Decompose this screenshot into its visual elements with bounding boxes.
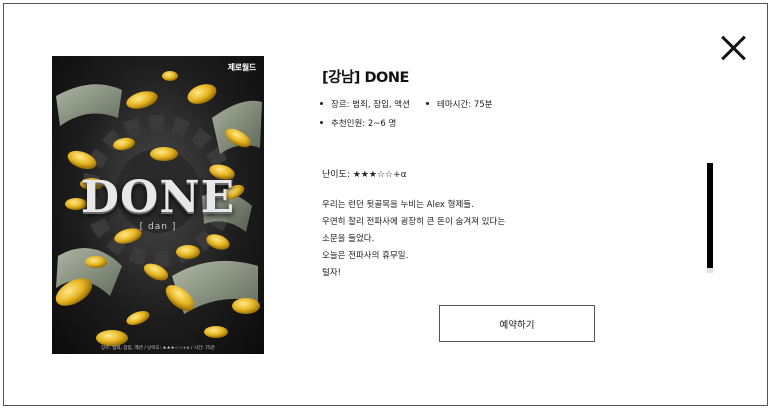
reserve-button[interactable]: 예약하기: [439, 305, 595, 342]
difficulty-rating: 난이도: ★★★☆☆+α: [322, 170, 407, 180]
players-info: 추천인원: 2~6 명: [319, 119, 397, 129]
theme-description: 우리는 런던 뒷골목을 누비는 Alex 형제들. 우연히 찰리 전파사에 굉장…: [322, 200, 506, 278]
theme-poster: 제로월드 DONE [ dan ] 장르: 범죄, 잠입, 액션 / 난이도: …: [52, 56, 264, 354]
theme-title: [강남] DONE: [322, 70, 409, 86]
poster-footer: 장르: 범죄, 잠입, 액션 / 난이도: ★★★☆☆+α / 시간: 75분: [101, 346, 215, 351]
scrollbar-thumb[interactable]: [707, 163, 713, 268]
poster-subtitle: [ dan ]: [139, 222, 177, 232]
close-icon[interactable]: [720, 35, 746, 61]
poster-title: DONE: [80, 172, 236, 223]
time-info: 테마시간: 75분: [425, 100, 493, 110]
poster-brand-logo: 제로월드: [227, 63, 257, 72]
genre-info: 장르: 범죄, 잠입, 액션: [320, 100, 410, 110]
